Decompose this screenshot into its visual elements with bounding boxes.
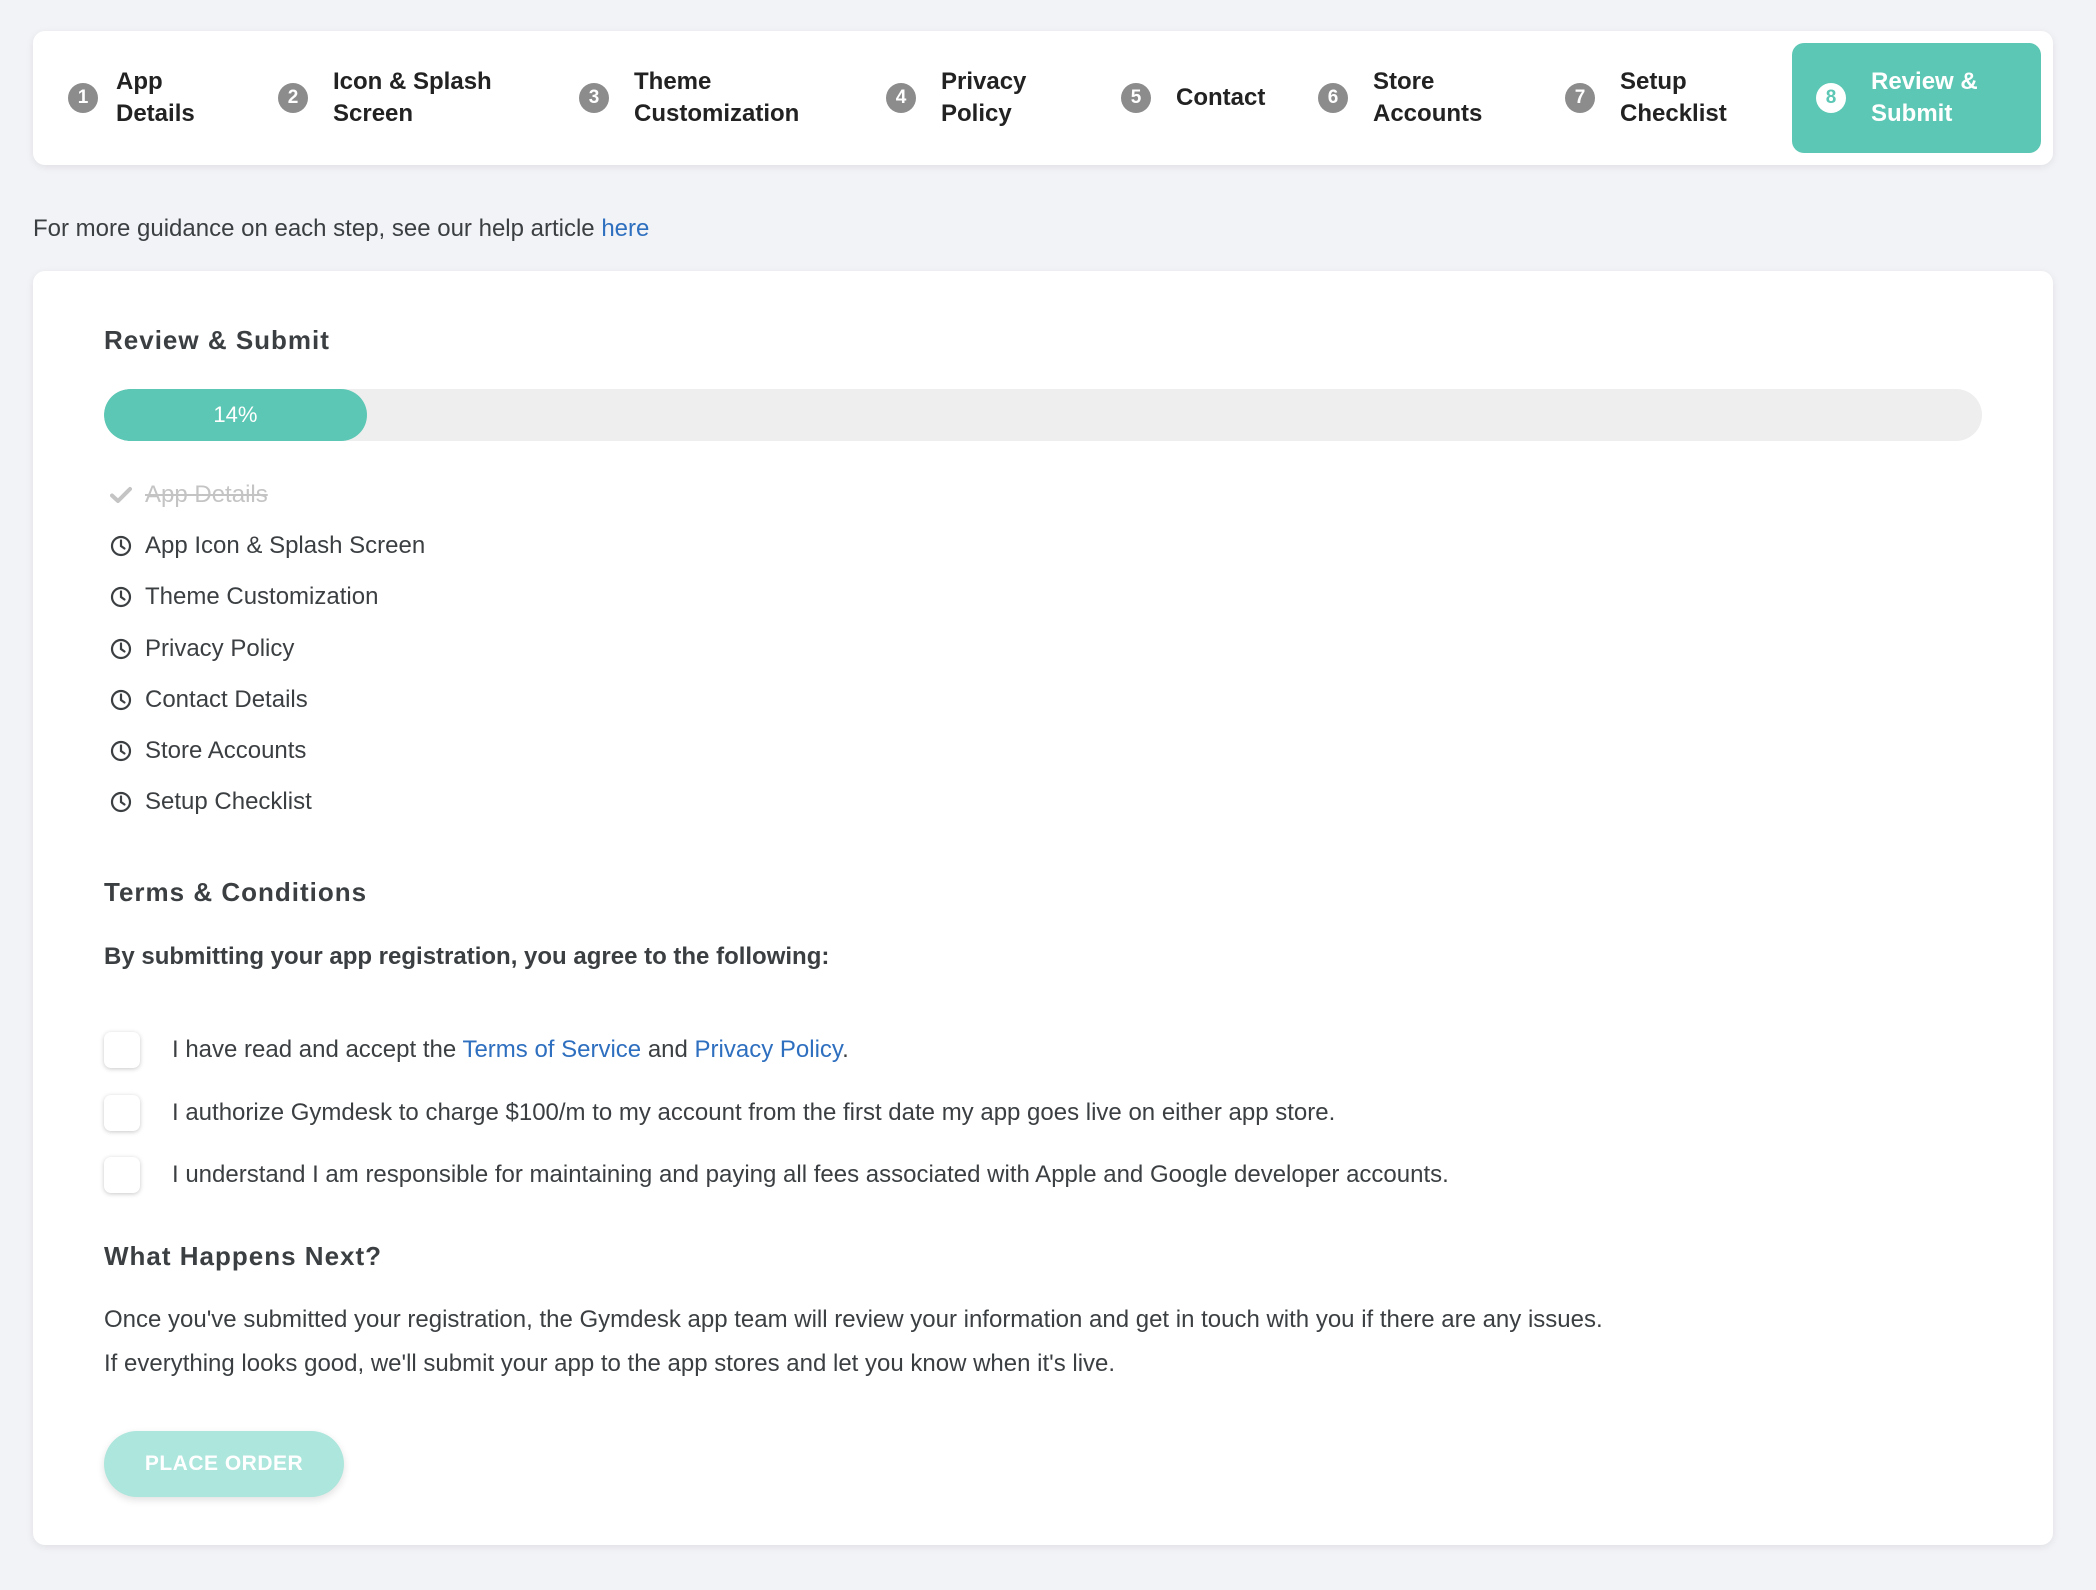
clock-icon	[108, 687, 134, 713]
step-app-details[interactable]: 1 App Details	[68, 43, 195, 153]
accept-tos-checkbox[interactable]	[104, 1032, 140, 1069]
terms-of-service-link[interactable]: Terms of Service	[462, 1036, 641, 1063]
step-store-accounts[interactable]: 6 Store Accounts	[1318, 43, 1482, 153]
next-paragraph-1: Once you've submitted your registration,…	[104, 1306, 1603, 1333]
checklist-item-label: Store Accounts	[145, 737, 307, 765]
step-number: 7	[1565, 83, 1595, 113]
checklist-item-label: Contact Details	[145, 685, 308, 713]
step-review-submit[interactable]: 8 Review & Submit	[1792, 43, 2041, 153]
step-setup-checklist[interactable]: 7 Setup Checklist	[1565, 43, 1727, 153]
what-happens-next-title: What Happens Next?	[104, 1241, 383, 1271]
help-text: For more guidance on each step, see our …	[33, 215, 602, 242]
checklist-item-label: App Icon & Splash Screen	[145, 531, 426, 559]
developer-fees-checkbox[interactable]	[104, 1157, 140, 1194]
place-order-button[interactable]: PLACE ORDER	[104, 1431, 344, 1497]
step-label: Privacy Policy	[941, 68, 1027, 127]
step-privacy-policy[interactable]: 4 Privacy Policy	[886, 43, 1026, 153]
step-label: Theme Customization	[634, 68, 800, 127]
next-paragraph-2: If everything looks good, we'll submit y…	[104, 1350, 1116, 1377]
checklist-item-privacy: Privacy Policy	[108, 623, 425, 674]
step-theme-customization[interactable]: 3 Theme Customization	[579, 43, 799, 153]
terms-list: I have read and accept the Terms of Serv…	[104, 1019, 1449, 1207]
step-number: 8	[1816, 83, 1846, 113]
term-text: I have read and accept the Terms of Serv…	[172, 1036, 849, 1064]
checklist-item-theme: Theme Customization	[108, 572, 425, 623]
checklist-item-setup-checklist: Setup Checklist	[108, 777, 425, 828]
check-icon	[108, 482, 134, 508]
terms-title: Terms & Conditions	[104, 877, 368, 907]
step-number: 1	[68, 83, 98, 113]
step-checklist: App Details App Icon & Splash Screen The…	[108, 469, 425, 828]
clock-icon	[108, 533, 134, 559]
term-authorize-charge: I authorize Gymdesk to charge $100/m to …	[104, 1082, 1449, 1145]
checklist-item-label: App Details	[145, 480, 268, 508]
term-text-pre: I have read and accept the	[172, 1036, 463, 1064]
step-contact[interactable]: 5 Contact	[1121, 43, 1265, 153]
step-number: 3	[579, 83, 609, 113]
term-text-and: and	[641, 1036, 695, 1064]
term-developer-fees: I understand I am responsible for mainta…	[104, 1144, 1449, 1207]
term-text: I understand I am responsible for mainta…	[172, 1161, 1449, 1189]
authorize-charge-checkbox[interactable]	[104, 1094, 140, 1131]
review-submit-card: Review & Submit 14% App Details App Icon…	[33, 271, 2053, 1545]
step-number: 5	[1121, 83, 1151, 113]
term-accept-tos: I have read and accept the Terms of Serv…	[104, 1019, 1449, 1082]
step-number: 6	[1318, 83, 1348, 113]
checklist-item-label: Privacy Policy	[145, 634, 295, 662]
checklist-item-label: Theme Customization	[145, 583, 379, 611]
progress-bar: 14%	[104, 389, 1982, 441]
progress-bar-fill: 14%	[104, 389, 367, 441]
help-guidance: For more guidance on each step, see our …	[33, 212, 649, 246]
term-text: I authorize Gymdesk to charge $100/m to …	[172, 1098, 1336, 1126]
term-text-end: .	[842, 1036, 849, 1064]
step-label: Contact	[1176, 84, 1266, 111]
step-number: 2	[278, 83, 308, 113]
step-label: Setup Checklist	[1620, 68, 1727, 127]
clock-icon	[108, 789, 134, 815]
step-label: Icon & Splash Screen	[333, 68, 492, 127]
wizard-stepper: 1 App Details 2 Icon & Splash Screen 3 T…	[33, 31, 2053, 165]
step-number: 4	[886, 83, 916, 113]
step-label: Store Accounts	[1373, 68, 1483, 127]
review-submit-title: Review & Submit	[104, 325, 330, 355]
terms-intro: By submitting your app registration, you…	[104, 943, 830, 970]
clock-icon	[108, 584, 134, 610]
step-label: Review & Submit	[1871, 68, 1978, 127]
checklist-item-label: Setup Checklist	[145, 788, 312, 816]
help-article-link[interactable]: here	[601, 215, 649, 242]
step-icon-splash[interactable]: 2 Icon & Splash Screen	[278, 43, 492, 153]
privacy-policy-link[interactable]: Privacy Policy	[695, 1036, 843, 1063]
checklist-item-icon-splash: App Icon & Splash Screen	[108, 520, 425, 571]
checklist-item-store-accounts: Store Accounts	[108, 725, 425, 776]
clock-icon	[108, 636, 134, 662]
progress-label: 14%	[213, 402, 258, 427]
checklist-item-app-details: App Details	[108, 469, 425, 520]
checklist-item-contact: Contact Details	[108, 674, 425, 725]
clock-icon	[108, 738, 134, 764]
step-label: App Details	[116, 68, 195, 127]
